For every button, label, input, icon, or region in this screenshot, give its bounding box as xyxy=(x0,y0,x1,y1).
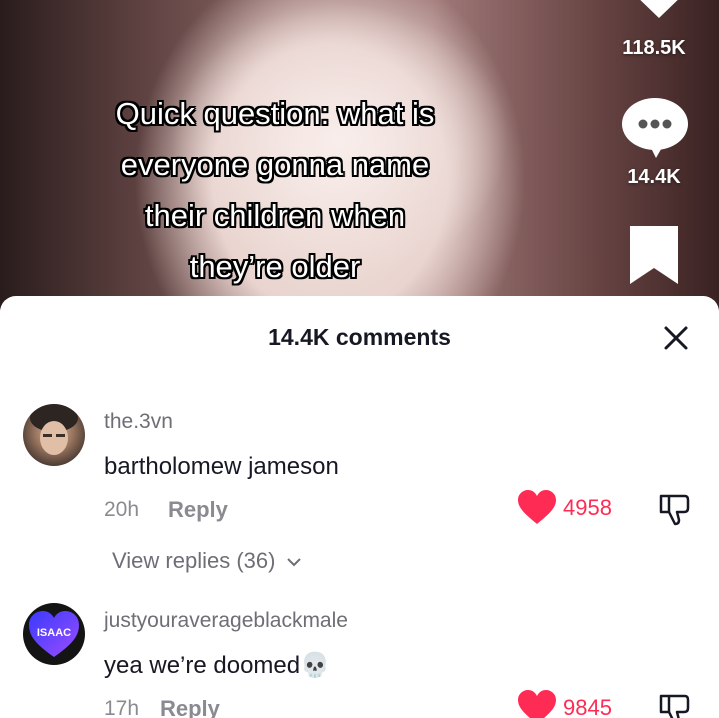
avatar-logo-text: ISAAC xyxy=(37,627,71,639)
comment-username[interactable]: the.3vn xyxy=(104,410,173,434)
comment-text: yea we’re doomed💀 xyxy=(104,651,330,680)
close-icon[interactable] xyxy=(660,322,692,354)
comment-icon[interactable] xyxy=(620,96,690,158)
comments-sheet-title: 14.4K comments xyxy=(268,324,451,350)
heart-icon xyxy=(518,490,556,524)
avatar[interactable]: ISAAC xyxy=(23,603,85,665)
video-player[interactable]: Quick question: what is everyone gonna n… xyxy=(0,0,719,310)
comment-like-count: 4958 xyxy=(563,495,612,520)
thumbs-down-icon[interactable] xyxy=(657,492,691,526)
comment-time: 20h xyxy=(104,498,140,521)
comment-username[interactable]: justyouraverageblackmale xyxy=(104,609,348,633)
reply-button[interactable]: Reply xyxy=(168,497,228,523)
caption-line: Quick question: what is xyxy=(115,96,435,131)
caption-line: they’re older xyxy=(189,249,361,284)
comments-sheet: 14.4K comments the.3vn bartholomew james… xyxy=(0,296,719,718)
chevron-down-icon xyxy=(286,558,301,567)
heart-icon xyxy=(518,690,556,718)
comment-time: 17h xyxy=(104,697,140,718)
comment-text: bartholomew jameson xyxy=(104,453,339,480)
avatar-heart-logo-icon: ISAAC xyxy=(29,611,79,657)
bookmark-icon[interactable] xyxy=(630,226,678,286)
likes-count: 118.5K xyxy=(622,37,686,59)
reply-button[interactable]: Reply xyxy=(160,696,220,718)
caption-line: everyone gonna name xyxy=(120,147,430,182)
skull-emoji-icon: 💀 xyxy=(300,652,331,679)
comment-like-button[interactable]: 4958 xyxy=(517,490,612,526)
comment-like-button[interactable]: 9845 xyxy=(517,690,612,718)
comment-like-count: 9845 xyxy=(563,695,612,718)
view-replies-button[interactable]: View replies (36) xyxy=(112,548,302,574)
video-caption: Quick question: what is everyone gonna n… xyxy=(40,88,510,292)
view-replies-label: View replies (36) xyxy=(112,548,276,573)
caption-line: their children when xyxy=(144,198,406,233)
avatar[interactable] xyxy=(23,404,85,466)
comment-text-body: yea we’re doomed xyxy=(104,652,301,679)
heart-icon[interactable] xyxy=(624,0,694,20)
comments-count: 14.4K xyxy=(627,166,681,188)
thumbs-down-icon[interactable] xyxy=(657,692,691,718)
avatar-face-icon xyxy=(30,404,78,455)
